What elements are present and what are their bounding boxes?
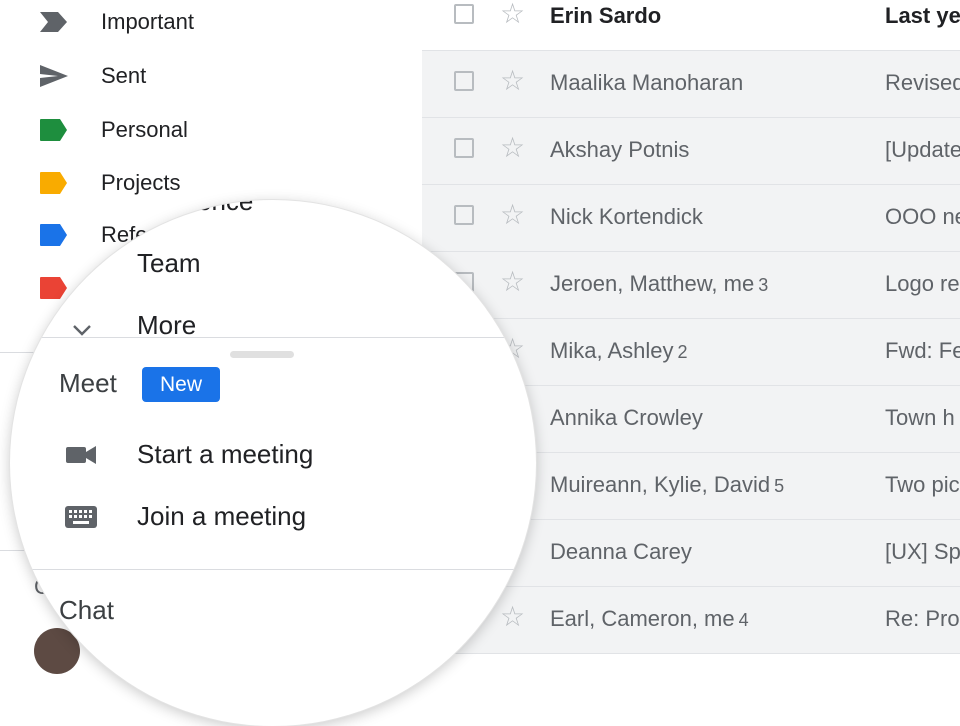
star-icon[interactable]: ☆ — [500, 134, 525, 162]
star-icon[interactable]: ☆ — [500, 67, 525, 95]
mail-sender-name: Mika, Ashley — [550, 338, 674, 363]
star-icon[interactable]: ☆ — [500, 0, 525, 28]
resize-handle[interactable] — [230, 351, 294, 358]
mail-sender: Erin Sardo — [550, 3, 662, 28]
mail-row[interactable]: ☆ Earl, Cameron, me 4 Re: Pro — [422, 587, 960, 654]
mail-sender: Nick Kortendick — [550, 204, 707, 230]
label-icon — [40, 224, 67, 246]
chevron-down-icon[interactable] — [70, 318, 94, 342]
select-checkbox[interactable] — [454, 4, 474, 24]
mail-sender: Maalika Manoharan — [550, 70, 747, 96]
select-checkbox[interactable] — [454, 205, 474, 225]
sidebar-item-team[interactable]: Team — [137, 248, 201, 279]
mail-subject: OOO ne — [885, 204, 960, 229]
mail-sender: Deanna Carey — [550, 539, 696, 565]
sidebar-item-important[interactable]: Important — [0, 2, 422, 42]
mail-subject: [Update — [885, 137, 960, 162]
mail-row[interactable]: ☆ Maalika Manoharan Revised — [422, 51, 960, 118]
keyboard-icon — [65, 506, 97, 528]
mail-sender: Akshay Potnis — [550, 137, 693, 163]
mail-row[interactable]: ☆ Erin Sardo Last ye — [422, 0, 960, 51]
sidebar-item-projects[interactable]: Projects — [0, 163, 422, 203]
mail-subject: Fwd: Fe — [885, 338, 960, 363]
sidebar-item-label: Projects — [101, 170, 181, 195]
mail-subject: Logo re — [885, 271, 960, 296]
avatar-photo — [34, 628, 80, 674]
mail-sender-name: Deanna Carey — [550, 539, 692, 564]
mail-subject: Re: Pro — [885, 606, 960, 631]
thread-count: 4 — [738, 610, 749, 630]
label-icon — [40, 172, 67, 194]
divider — [10, 337, 536, 338]
star-icon[interactable]: ☆ — [500, 201, 525, 229]
label-icon — [40, 277, 67, 299]
thread-count: 3 — [758, 275, 769, 295]
label-icon — [40, 119, 67, 141]
new-badge: New — [142, 367, 220, 402]
mail-sender-name: Muireann, Kylie, David — [550, 472, 771, 497]
thread-count: 5 — [774, 476, 785, 496]
important-icon — [40, 12, 67, 32]
divider — [10, 569, 536, 570]
mail-sender: Muireann, Kylie, David 5 — [550, 472, 784, 498]
sidebar-item-label: Personal — [101, 117, 188, 142]
star-icon[interactable]: ☆ — [500, 268, 525, 296]
magnifier-callout: ence Team More Meet New Start a meeting … — [10, 200, 536, 726]
mail-subject: Town h — [885, 405, 955, 430]
mail-sender-name: Akshay Potnis — [550, 137, 690, 162]
mail-subject: [UX] Sp — [885, 539, 960, 564]
mail-sender: Annika Crowley — [550, 405, 707, 431]
start-meeting-button[interactable]: Start a meeting — [10, 433, 536, 477]
sidebar-item-label: Important — [101, 9, 194, 34]
sidebar-item-sent[interactable]: Sent — [0, 56, 422, 96]
sidebar-item-label: Sent — [101, 63, 147, 88]
mail-subject: Two pic — [885, 472, 960, 497]
select-checkbox[interactable] — [454, 71, 474, 91]
mail-sender-name: Annika Crowley — [550, 405, 703, 430]
videocam-icon — [66, 446, 96, 464]
mail-subject: Revised — [885, 70, 960, 95]
mail-sender: Mika, Ashley 2 — [550, 338, 688, 364]
mail-subject: Last ye — [885, 3, 960, 28]
sidebar-item-label: ence — [197, 200, 254, 216]
star-icon[interactable]: ☆ — [500, 603, 525, 631]
start-meeting-label: Start a meeting — [137, 439, 314, 469]
join-meeting-button[interactable]: Join a meeting — [10, 495, 536, 539]
mail-sender: Earl, Cameron, me 4 — [550, 606, 749, 632]
mail-row[interactable]: ☆ Jeroen, Matthew, me 3 Logo re — [422, 252, 960, 319]
mail-sender-name: Earl, Cameron, me — [550, 606, 735, 631]
send-icon — [40, 65, 68, 87]
mail-sender: Jeroen, Matthew, me 3 — [550, 271, 768, 297]
thread-count: 2 — [677, 342, 688, 362]
mail-row[interactable]: ☆ Nick Kortendick OOO ne — [422, 185, 960, 252]
meet-section-title: Meet — [59, 368, 117, 398]
mail-sender-name: Nick Kortendick — [550, 204, 703, 229]
mail-row[interactable]: ☆ Akshay Potnis [Update — [422, 118, 960, 185]
avatar[interactable] — [34, 628, 80, 674]
mail-sender-name: Jeroen, Matthew, me — [550, 271, 755, 296]
mail-sender-name: Maalika Manoharan — [550, 70, 744, 95]
select-checkbox[interactable] — [454, 138, 474, 158]
chat-section-title: Chat — [59, 595, 114, 625]
sidebar-item-personal[interactable]: Personal — [0, 110, 422, 150]
join-meeting-label: Join a meeting — [137, 501, 307, 531]
